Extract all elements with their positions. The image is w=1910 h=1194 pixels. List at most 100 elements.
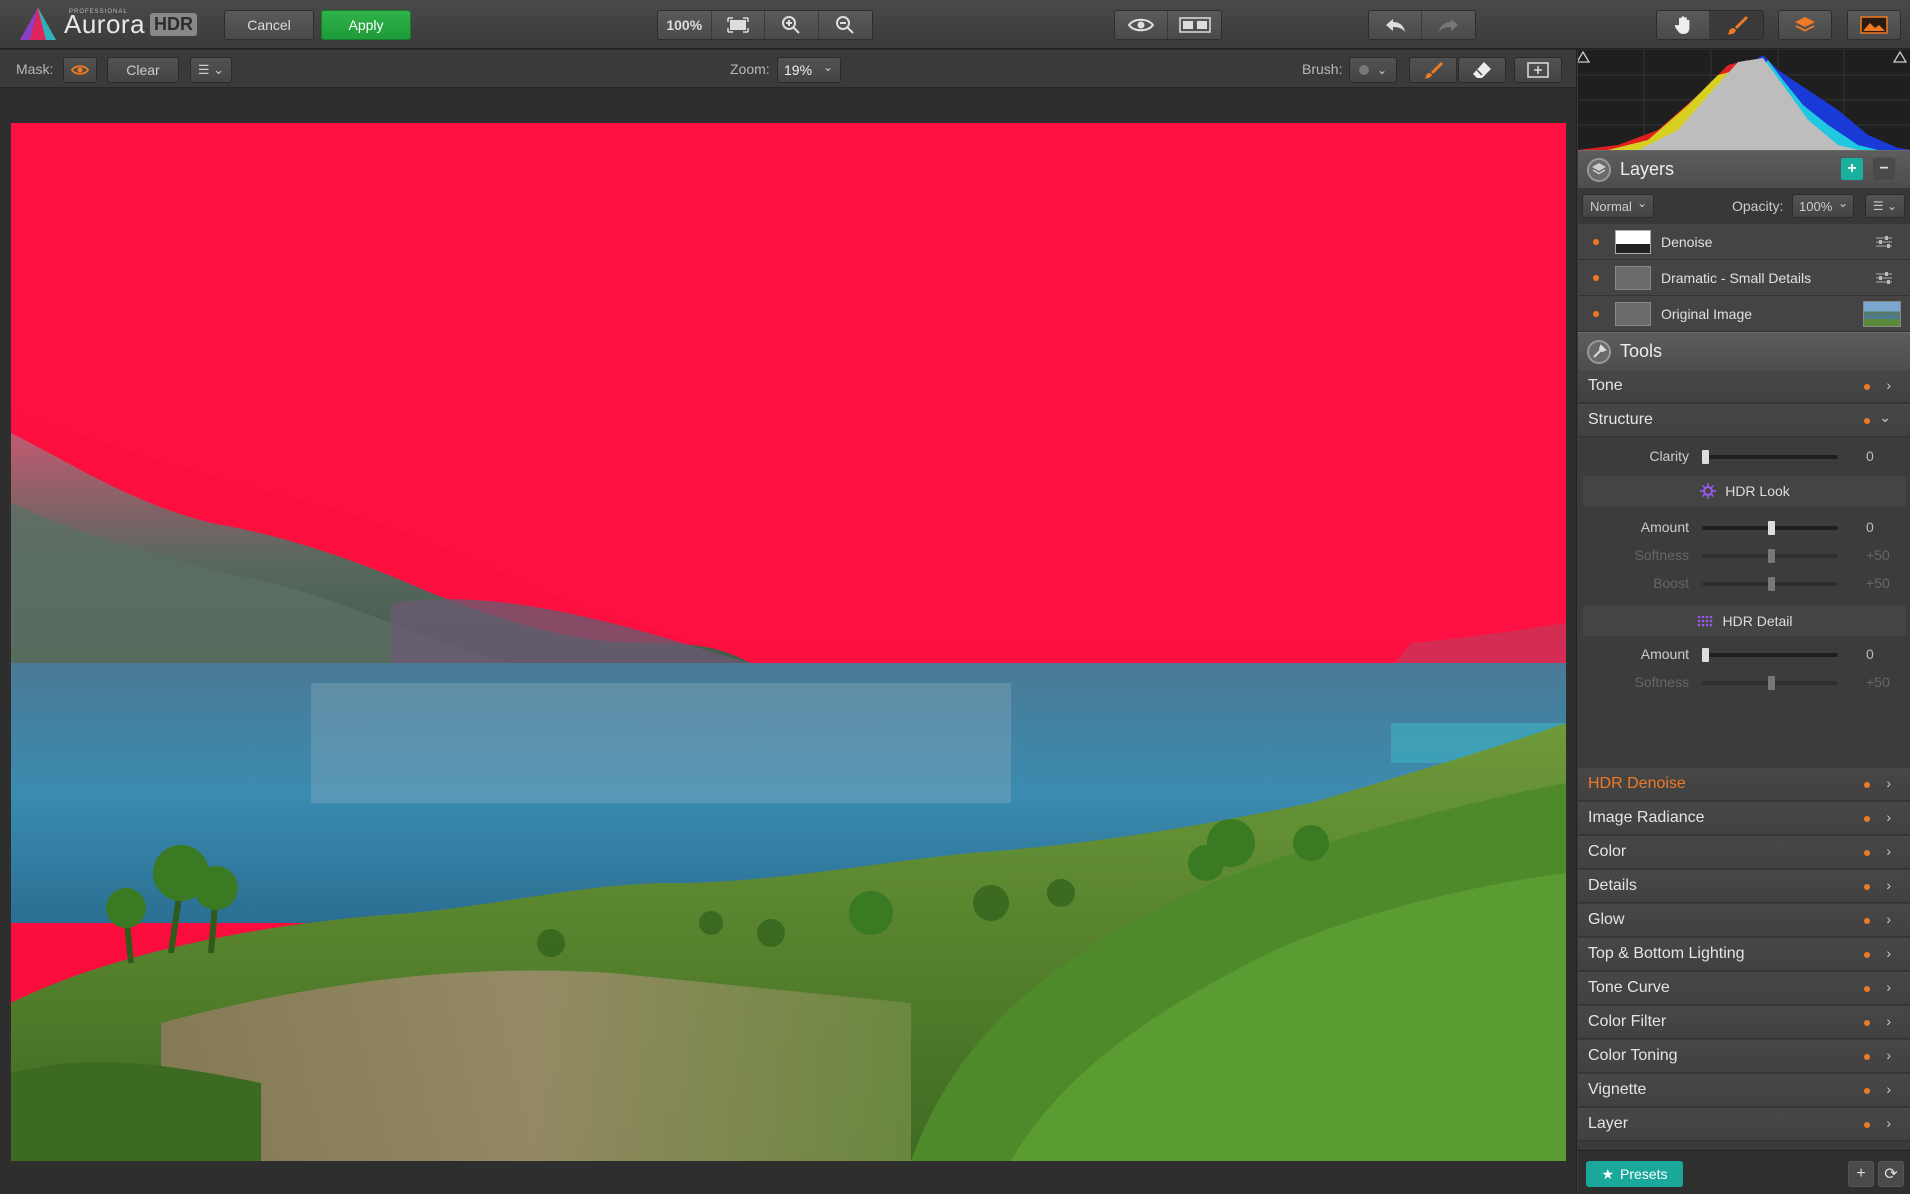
tool-enabled-dot[interactable] [1864,1088,1870,1094]
tool-top-bottom-lighting[interactable]: Top & Bottom Lighting › [1578,938,1910,971]
tool-enabled-dot[interactable] [1864,850,1870,856]
tool-enabled-dot[interactable] [1864,418,1870,424]
hdr-look-softness-slider[interactable] [1702,549,1838,563]
tool-enabled-dot[interactable] [1864,782,1870,788]
tool-enabled-dot[interactable] [1864,1020,1870,1026]
remove-layer-button[interactable]: − [1872,157,1896,181]
hdr-look-amount-row: Amount 0 [1578,513,1910,541]
tool-color-toning[interactable]: Color Toning › [1578,1040,1910,1073]
slider-handle[interactable] [1702,648,1709,662]
view-controls [1114,10,1222,40]
slider-handle[interactable] [1768,676,1775,690]
brush-tool-button[interactable] [1710,11,1763,39]
tool-enabled-dot[interactable] [1864,816,1870,822]
apply-button[interactable]: Apply [321,10,411,40]
clear-mask-button[interactable]: Clear [107,57,179,83]
tool-image-radiance[interactable]: Image Radiance › [1578,802,1910,835]
slider-handle[interactable] [1768,549,1775,563]
layer-visibility-dot[interactable] [1593,310,1599,317]
tool-enabled-dot[interactable] [1864,884,1870,890]
mask-overlay-button[interactable] [1514,57,1562,83]
tool-structure[interactable]: Structure ⌄ [1578,404,1910,437]
tool-label: Vignette [1588,1081,1647,1098]
landscape-photo [11,123,1566,1161]
blend-mode-select[interactable]: Normal ⌄ [1582,194,1654,218]
cancel-button[interactable]: Cancel [224,10,314,40]
tool-enabled-dot[interactable] [1864,952,1870,958]
layer-visibility-dot[interactable] [1593,238,1599,245]
layer-menu-button[interactable]: ☰ ⌄ [1865,194,1905,218]
zoom-100-button[interactable]: 100% [658,11,712,39]
refresh-presets-button[interactable]: ⟳ [1878,1161,1904,1187]
paint-brush-button[interactable] [1409,57,1457,83]
photo-canvas[interactable] [11,123,1566,1161]
compare-button[interactable] [1168,11,1221,39]
slider-handle[interactable] [1768,577,1775,591]
layers-title: Layers [1620,159,1675,179]
tool-color[interactable]: Color › [1578,836,1910,869]
hand-tool-button[interactable] [1657,11,1711,39]
add-preset-button[interactable]: + [1848,1161,1874,1187]
tool-enabled-dot[interactable] [1864,1122,1870,1128]
hdr-look-boost-slider[interactable] [1702,577,1838,591]
hdr-detail-icon [1698,615,1713,627]
layer-row[interactable]: Original Image [1578,296,1910,332]
tool-enabled-dot[interactable] [1864,384,1870,390]
zoom-in-button[interactable] [765,11,819,39]
layers-toggle-button[interactable] [1778,10,1832,40]
slider-value: +50 [1866,674,1890,690]
tool-enabled-dot[interactable] [1864,918,1870,924]
tool-label: Details [1588,877,1637,894]
slider-value: 0 [1866,448,1874,464]
preview-button[interactable] [1115,11,1169,39]
canvas-area[interactable] [0,89,1576,1194]
chevron-down-icon: ⌄ [1376,63,1388,77]
tool-color-filter[interactable]: Color Filter › [1578,1006,1910,1039]
zoom-out-button[interactable] [818,11,872,39]
layer-name: Denoise [1661,233,1713,250]
adjust-sliders-icon[interactable] [1875,235,1893,249]
edition-label: PROFESSIONAL [69,9,128,15]
tool-layer[interactable]: Layer › [1578,1108,1910,1141]
zoom-select[interactable]: 19% ⌄ [777,57,841,83]
hdr-badge: HDR [150,12,198,36]
image-panel-button[interactable] [1847,10,1901,40]
brush-size-select[interactable]: ⌄ [1349,57,1397,83]
hdr-detail-softness-slider[interactable] [1702,676,1838,690]
slider-handle[interactable] [1768,521,1775,535]
slider-handle[interactable] [1702,450,1709,464]
tool-label: Tone Curve [1588,979,1670,996]
fit-screen-button[interactable] [711,11,765,39]
slider-value: 0 [1866,519,1874,535]
mask-visibility-button[interactable] [63,57,97,83]
layer-row[interactable]: Dramatic - Small Details [1578,260,1910,296]
tool-label: HDR Denoise [1588,775,1686,792]
opacity-select[interactable]: 100% ⌄ [1792,194,1854,218]
tool-details[interactable]: Details › [1578,870,1910,903]
tool-enabled-dot[interactable] [1864,986,1870,992]
tool-glow[interactable]: Glow › [1578,904,1910,937]
clarity-slider[interactable] [1702,450,1838,464]
hdr-look-amount-slider[interactable] [1702,521,1838,535]
layer-row[interactable]: Denoise [1578,224,1910,260]
tool-tone[interactable]: Tone › [1578,370,1910,403]
app-logo: PROFESSIONAL Aurora HDR [18,4,198,44]
tool-hdr-denoise[interactable]: HDR Denoise › [1578,768,1910,801]
presets-button[interactable]: ★ Presets [1586,1161,1683,1187]
hdr-detail-amount-slider[interactable] [1702,648,1838,662]
tool-tone-curve[interactable]: Tone Curve › [1578,972,1910,1005]
history-controls [1368,10,1476,40]
tool-enabled-dot[interactable] [1864,1054,1870,1060]
tools-title: Tools [1620,341,1663,361]
redo-button[interactable] [1422,11,1475,39]
layer-visibility-dot[interactable] [1593,274,1599,281]
tool-vignette[interactable]: Vignette › [1578,1074,1910,1107]
add-layer-button[interactable]: + [1840,157,1864,181]
adjust-sliders-icon[interactable] [1875,271,1893,285]
opacity-label: Opacity: [1732,198,1784,214]
chevron-right-icon: › [1886,1047,1891,1063]
mask-options-menu[interactable]: ☰ ⌄ [190,57,232,83]
undo-button[interactable] [1369,11,1423,39]
eraser-button[interactable] [1458,57,1506,83]
zoom-controls: 100% [657,10,873,40]
